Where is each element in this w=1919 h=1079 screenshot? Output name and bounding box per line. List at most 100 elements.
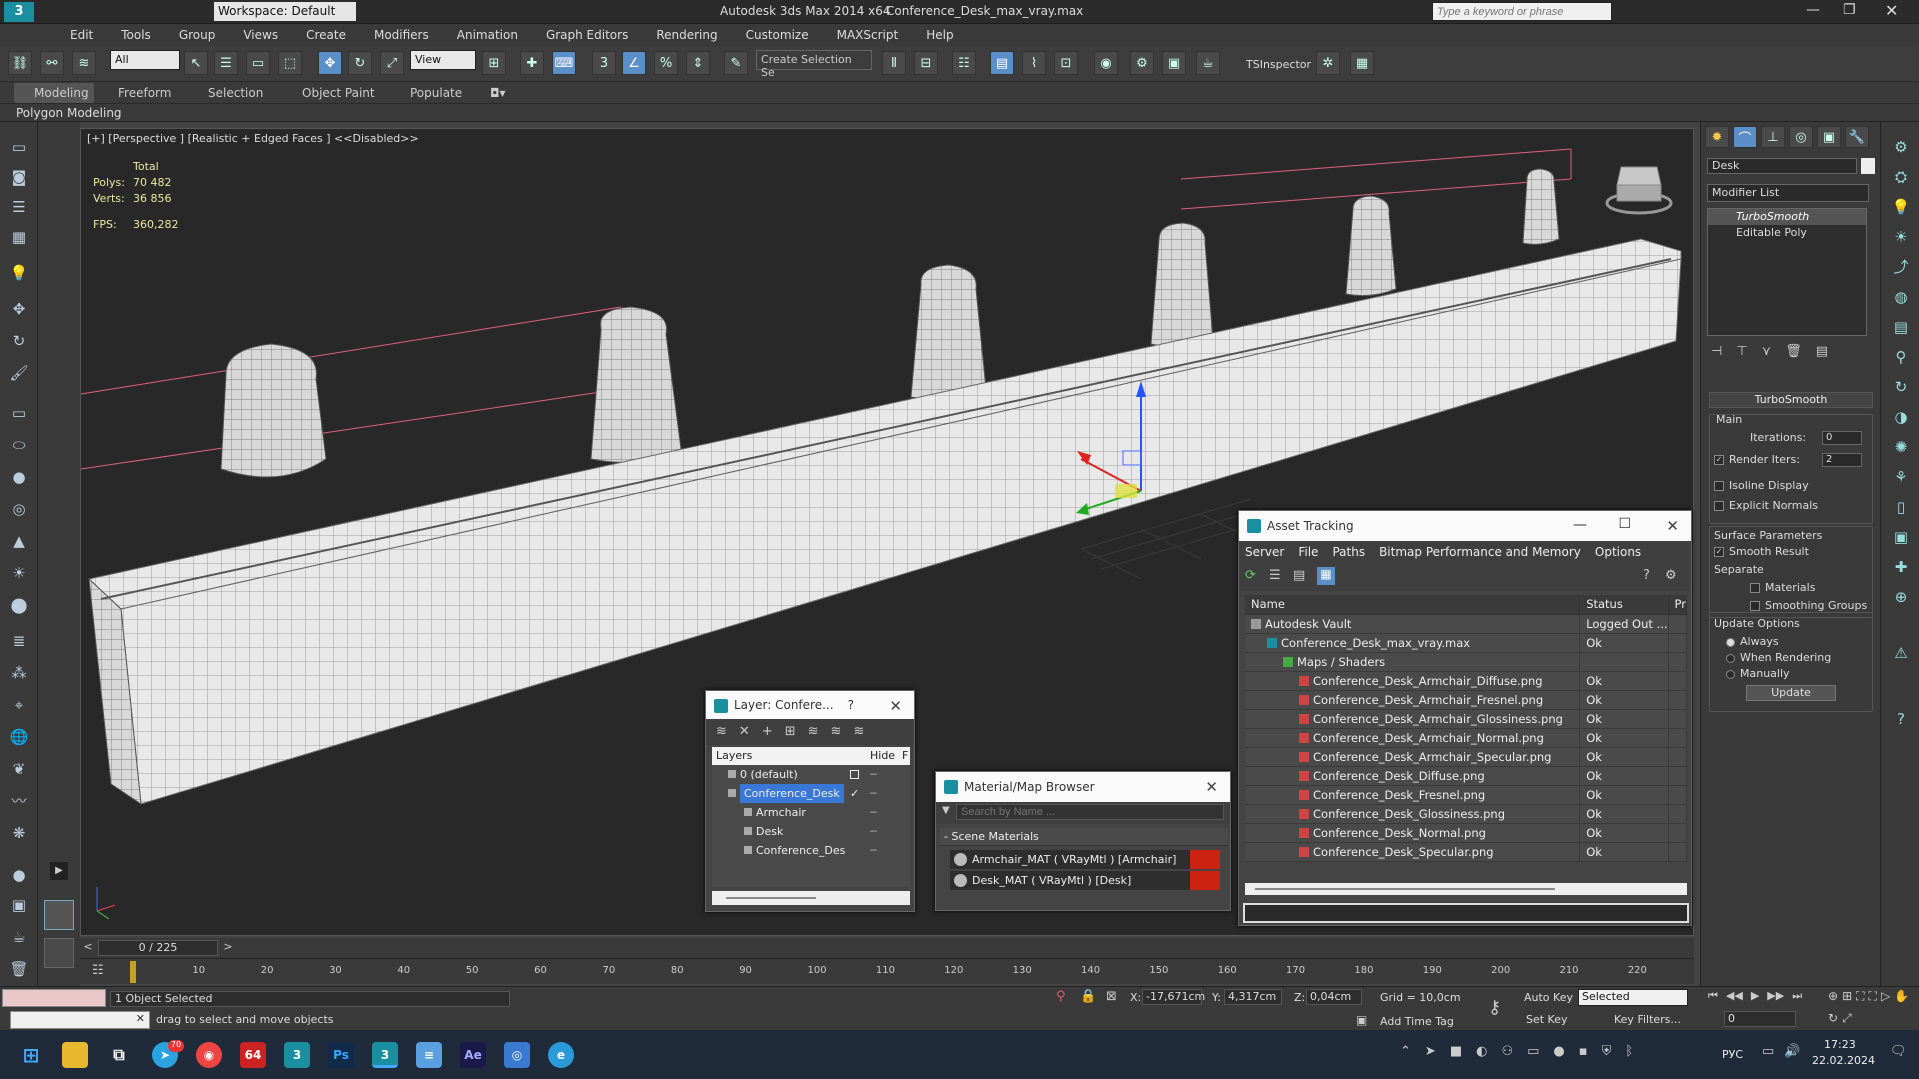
next-key-icon[interactable]: ▶▶ — [1767, 989, 1784, 1007]
prev-frame-icon[interactable]: < — [80, 940, 96, 956]
iterations-spinner[interactable]: 0 — [1822, 431, 1862, 445]
smoothing-groups-checkbox[interactable] — [1750, 601, 1760, 611]
expand-arrow-icon[interactable]: ▶ — [50, 862, 68, 880]
current-layer-check-icon[interactable]: ✓ — [850, 784, 859, 803]
menu-rendering[interactable]: Rendering — [642, 28, 731, 42]
refresh-icon[interactable]: ⟳ — [1245, 568, 1256, 583]
layer-manager-icon[interactable]: ☷ — [952, 51, 976, 75]
asset-menu-paths[interactable]: Paths — [1332, 545, 1365, 559]
col-name[interactable]: Name — [1245, 595, 1581, 615]
move-tool-icon[interactable]: ✥ — [8, 298, 30, 320]
strip-icon-9[interactable]: ↻ — [1890, 376, 1912, 398]
goto-start-icon[interactable]: ⏮ — [1708, 989, 1718, 1007]
strip-icon-1[interactable]: ⚙ — [1890, 136, 1912, 158]
layer-item[interactable]: Conference_Des ─ — [712, 841, 910, 860]
add-time-tag-icon[interactable]: ▣ — [1356, 1013, 1367, 1027]
add-time-tag[interactable]: Add Time Tag — [1380, 1015, 1454, 1028]
tab-modeling[interactable]: Modeling — [34, 86, 89, 100]
link-icon[interactable]: ⛓ — [8, 51, 32, 75]
menu-group[interactable]: Group — [165, 28, 230, 42]
strip-icon-17[interactable]: ⚠ — [1890, 642, 1912, 664]
display-icon[interactable]: ▣ — [8, 894, 30, 916]
tab-populate[interactable]: Populate — [410, 86, 462, 100]
particle-icon[interactable]: ⁂ — [8, 662, 30, 684]
layer-select-icon[interactable]: ⊞ — [785, 724, 796, 740]
strip-icon-15[interactable]: ✚ — [1890, 556, 1912, 578]
layer-highlight-icon[interactable]: ≋ — [808, 724, 819, 740]
layer-help-icon[interactable]: ? — [848, 698, 854, 712]
next-frame-icon[interactable]: > — [220, 940, 236, 956]
tray-headset-icon[interactable]: ◐ — [1476, 1044, 1487, 1064]
layer-item[interactable]: Armchair ─ — [712, 803, 910, 822]
maxscript-mini[interactable]: ✕ — [10, 1011, 150, 1029]
zoom-extents-icon[interactable]: ⛶ — [1856, 989, 1864, 1007]
plane-icon[interactable]: ▭ — [8, 402, 30, 424]
snap-3d-icon[interactable]: 3 — [592, 51, 616, 75]
menu-edit[interactable]: Edit — [56, 28, 107, 42]
maxscript-listener[interactable] — [2, 989, 106, 1007]
time-slider-thumb[interactable]: 0 / 225 — [98, 940, 218, 956]
strip-icon-4[interactable]: ☀ — [1890, 226, 1912, 248]
box-icon[interactable]: ▭ — [8, 136, 30, 158]
strip-icon-16[interactable]: ⊕ — [1890, 586, 1912, 608]
fov-icon[interactable]: ▷ — [1881, 989, 1890, 1007]
asset-row[interactable]: Conference_Desk_Fresnel.png Ok — [1245, 785, 1688, 805]
photoshop-icon[interactable]: Ps — [328, 1042, 354, 1068]
asset-row[interactable]: Conference_Desk_Armchair_Normal.png Ok — [1245, 728, 1688, 748]
ref-coord-dropdown[interactable]: View — [410, 50, 476, 70]
help-icon[interactable]: ? — [1890, 708, 1912, 730]
angle-snap-icon[interactable]: ∠ — [622, 51, 646, 75]
menu-create[interactable]: Create — [292, 28, 360, 42]
edge-icon[interactable]: e — [548, 1042, 574, 1068]
render-production-icon[interactable]: ☕ — [1196, 51, 1220, 75]
strip-icon-14[interactable]: ▣ — [1890, 526, 1912, 548]
layer-add-icon[interactable]: + — [762, 724, 773, 740]
tray-nvidia-icon[interactable]: ▪ — [1579, 1044, 1588, 1064]
table-view-icon[interactable]: ▦ — [1317, 567, 1335, 585]
layer-hide-toggle[interactable]: ─ — [870, 841, 877, 860]
zoom-icon[interactable]: ⊕ — [1828, 989, 1838, 1007]
tab-selection[interactable]: Selection — [208, 86, 263, 100]
remove-modifier-icon[interactable]: 🗑 — [1785, 344, 1802, 364]
isoline-checkbox[interactable] — [1714, 481, 1724, 491]
maxscript-close-icon[interactable]: ✕ — [136, 1012, 145, 1025]
manipulate-icon[interactable]: ✚ — [520, 51, 544, 75]
cloth-icon[interactable]: ❋ — [8, 822, 30, 844]
turbosmooth-rollout-title[interactable]: TurboSmooth — [1709, 392, 1873, 408]
tray-bluetooth-icon[interactable]: ᛒ — [1625, 1044, 1633, 1064]
polygon-modeling-label[interactable]: Polygon Modeling — [16, 106, 122, 120]
sphere-blue-icon[interactable]: ● — [8, 864, 30, 886]
camera-app-icon[interactable]: ◎ — [504, 1042, 530, 1068]
y-field[interactable]: 4,317cm — [1224, 989, 1282, 1005]
mirror-icon[interactable]: ⫴ — [882, 51, 906, 75]
show-end-result-icon[interactable]: ⊤ — [1736, 344, 1747, 364]
layer-col-f[interactable]: F — [902, 749, 908, 762]
set-key-button[interactable]: Set Key — [1526, 1013, 1568, 1026]
tray-display-icon[interactable]: ▭ — [1762, 1044, 1774, 1059]
key-mode-dropdown[interactable]: Selected — [1578, 989, 1688, 1006]
helper-icon[interactable]: ⌖ — [8, 694, 30, 716]
asset-maximize-icon[interactable]: ☐ — [1618, 516, 1631, 532]
asset-row[interactable]: Conference_Desk_max_vray.max Ok — [1245, 633, 1688, 653]
tray-network-icon[interactable]: ⚇ — [1501, 1044, 1513, 1064]
chrome-icon[interactable]: ◉ — [196, 1042, 222, 1068]
strip-icon-7[interactable]: ▤ — [1890, 316, 1912, 338]
isolate-icon[interactable]: ⚲ — [1056, 989, 1066, 1004]
menu-views[interactable]: Views — [229, 28, 292, 42]
auto-key-button[interactable]: Auto Key — [1524, 991, 1573, 1004]
layer-delete-icon[interactable]: ✕ — [739, 724, 750, 740]
layer-new-icon[interactable]: ≋ — [716, 724, 727, 740]
render-setup-icon[interactable]: ⚙ — [1130, 51, 1154, 75]
pan-icon[interactable]: ✋ — [1894, 989, 1909, 1007]
checker-icon[interactable]: ▦ — [1350, 51, 1374, 75]
tsinspector-settings-icon[interactable]: ✲ — [1316, 51, 1340, 75]
play-icon[interactable]: ▶ — [1751, 989, 1759, 1007]
viewcube[interactable] — [1605, 166, 1673, 215]
rotate-icon[interactable]: ↻ — [348, 51, 372, 75]
menu-help[interactable]: Help — [912, 28, 967, 42]
when-rendering-radio[interactable] — [1726, 653, 1735, 663]
menu-tools[interactable]: Tools — [107, 28, 165, 42]
input-language[interactable]: РУС — [1722, 1048, 1743, 1061]
layer-hide-toggle[interactable]: ─ — [870, 822, 877, 841]
selection-filter-dropdown[interactable]: All — [110, 50, 180, 70]
